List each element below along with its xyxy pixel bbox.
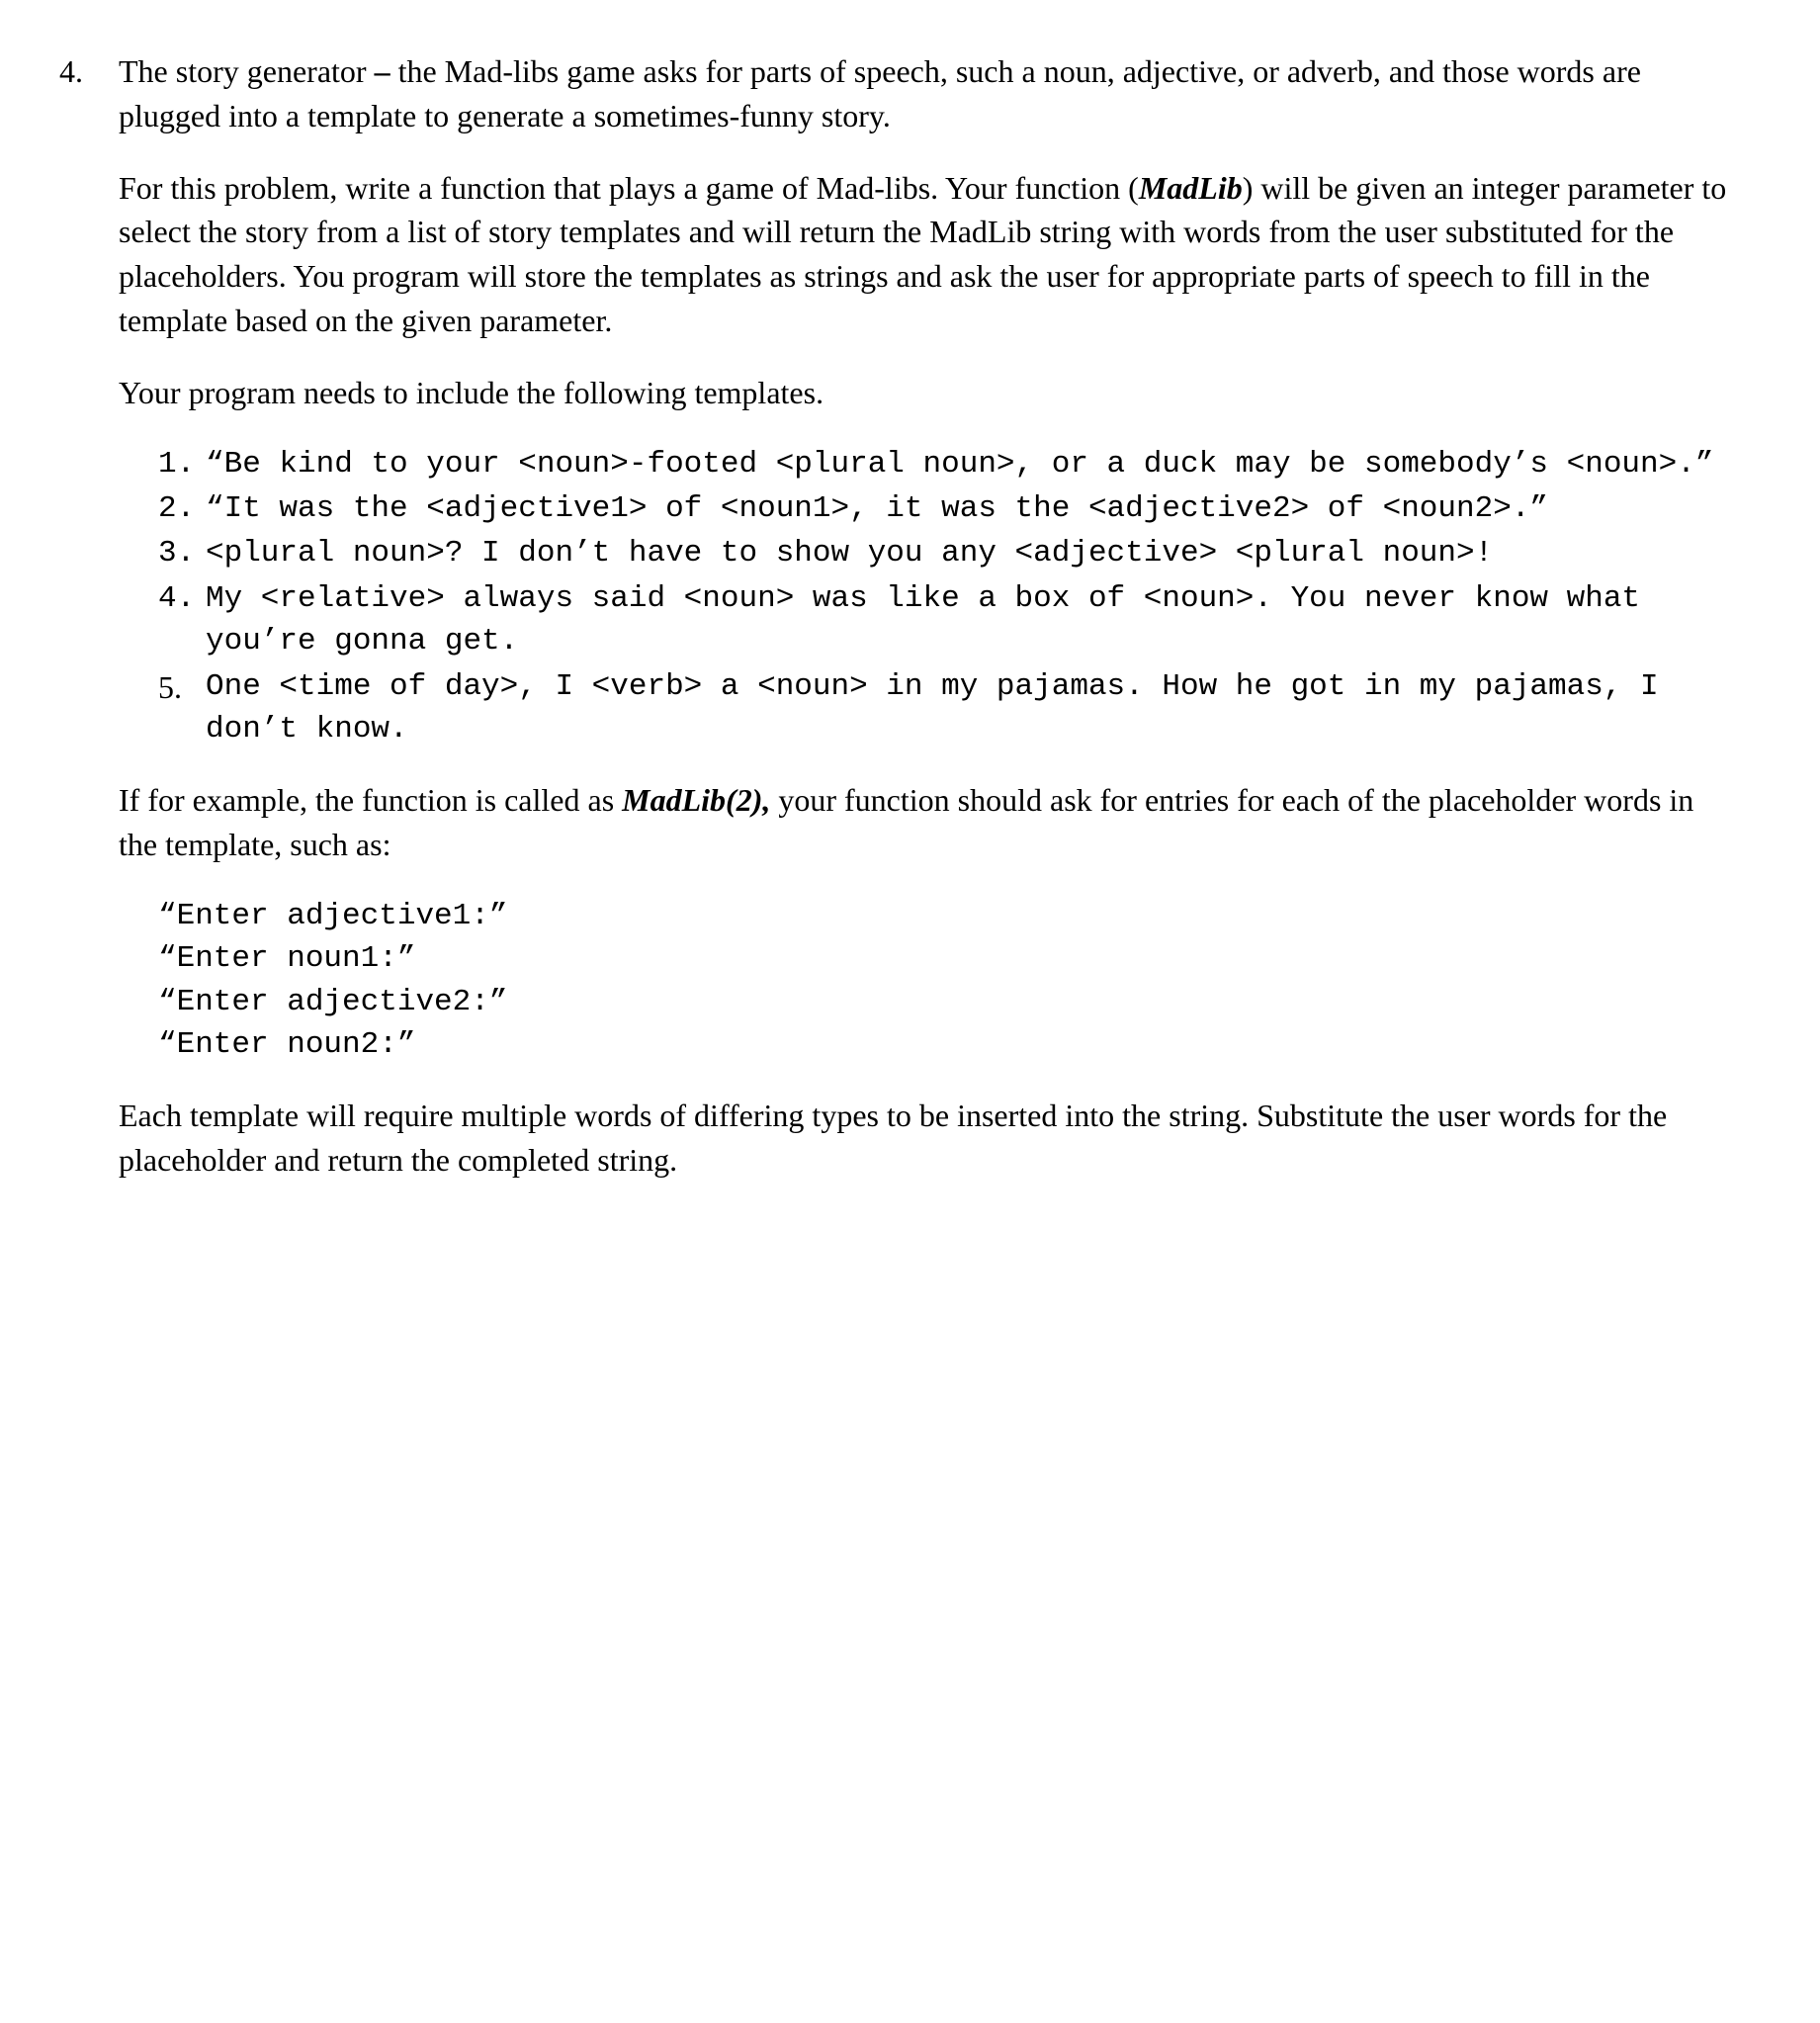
prompt-line: “Enter adjective1:”: [158, 895, 1740, 937]
intro-paragraph: The story generator – the Mad-libs game …: [119, 49, 1740, 138]
function-name: MadLib: [1139, 170, 1243, 206]
template-text: <plural noun>? I don’t have to show you …: [206, 532, 1740, 574]
template-number: 3.: [158, 532, 206, 574]
template-item: 3. <plural noun>? I don’t have to show y…: [158, 532, 1740, 574]
template-list: 1. “Be kind to your <noun>-footed <plura…: [158, 443, 1740, 751]
example-paragraph: If for example, the function is called a…: [119, 778, 1740, 867]
template-text: “It was the <adjective1> of <noun1>, it …: [206, 487, 1740, 530]
template-number: 2.: [158, 487, 206, 530]
problem-number: 4.: [59, 49, 119, 94]
description-paragraph: For this problem, write a function that …: [119, 166, 1740, 343]
problem-body: The story generator – the Mad-libs game …: [119, 49, 1740, 1210]
template-text: My <relative> always said <noun> was lik…: [206, 577, 1740, 663]
template-text: One <time of day>, I <verb> a <noun> in …: [206, 665, 1740, 751]
intro-text: The story generator – the Mad-libs game …: [119, 53, 1641, 133]
closing-paragraph: Each template will require multiple word…: [119, 1094, 1740, 1183]
prompt-line: “Enter adjective2:”: [158, 981, 1740, 1023]
prompt-list: “Enter adjective1:” “Enter noun1:” “Ente…: [158, 895, 1740, 1067]
template-number: 1.: [158, 443, 206, 485]
template-item: 5. One <time of day>, I <verb> a <noun> …: [158, 665, 1740, 751]
template-text: “Be kind to your <noun>-footed <plural n…: [206, 443, 1740, 485]
template-number: 4.: [158, 577, 206, 620]
templates-heading: Your program needs to include the follow…: [119, 371, 1740, 415]
prompt-line: “Enter noun1:”: [158, 937, 1740, 980]
problem-block: 4. The story generator – the Mad-libs ga…: [59, 49, 1740, 1210]
template-item: 4. My <relative> always said <noun> was …: [158, 577, 1740, 663]
template-item: 2. “It was the <adjective1> of <noun1>, …: [158, 487, 1740, 530]
call-expression: MadLib(2),: [622, 782, 770, 818]
template-number: 5.: [158, 665, 206, 710]
prompt-line: “Enter noun2:”: [158, 1023, 1740, 1066]
para4-prefix: If for example, the function is called a…: [119, 782, 622, 818]
para2-prefix: For this problem, write a function that …: [119, 170, 1139, 206]
template-item: 1. “Be kind to your <noun>-footed <plura…: [158, 443, 1740, 485]
